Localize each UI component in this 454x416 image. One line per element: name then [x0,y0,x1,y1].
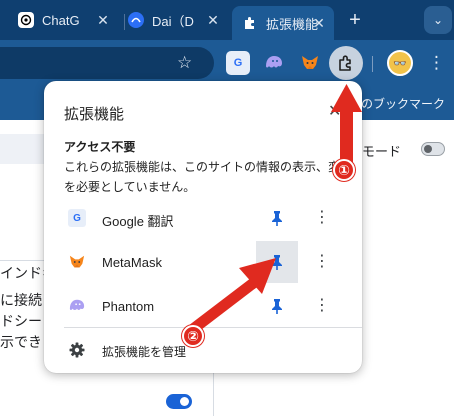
tab-title: Dai（D [152,13,194,29]
extension-name: Phantom [102,299,155,314]
profile-avatar[interactable]: 👓 [387,50,413,76]
close-icon[interactable]: ✕ [328,101,341,121]
extensions-puzzle-button[interactable] [329,46,363,80]
puzzle-icon [339,55,351,71]
setting-toggle[interactable] [166,394,192,409]
tab-close-icon[interactable]: ✕ [310,14,328,32]
extension-row-metamask[interactable]: MetaMask ⋮ [44,241,362,283]
pin-button[interactable] [256,197,298,239]
divider [64,327,362,328]
new-tab-button[interactable]: + [344,9,366,31]
chrome-menu-icon[interactable]: ⋮ [428,53,445,73]
bookmarks-folder-label[interactable]: のブックマーク [361,95,445,112]
extension-row-phantom[interactable]: Phantom ⋮ [44,285,362,327]
tab-dai[interactable]: Dai（D ✕ [128,6,228,34]
metamask-icon [68,253,86,271]
tab-separator [124,14,125,30]
extension-row-google-translate[interactable]: G Google 翻訳 ⋮ [44,197,362,239]
manage-extensions-label: 拡張機能を管理 [102,345,187,359]
gear-icon [69,342,85,358]
dai-icon [128,12,144,28]
extension-name: MetaMask [102,255,162,270]
mode-label: モード [362,144,402,159]
tab-close-icon[interactable]: ✕ [94,11,112,29]
profile-glyph: 👓 [393,57,407,70]
tab-search-button[interactable]: ⌄ [424,6,452,34]
extension-menu-icon[interactable]: ⋮ [312,208,332,228]
pin-button[interactable] [256,285,298,327]
tab-close-icon[interactable]: ✕ [204,11,222,29]
bookmark-star-icon[interactable]: ☆ [177,53,192,73]
toolbar: ☆ G 👓 ⋮ [0,40,454,86]
extensions-popup: 拡張機能 ✕ アクセス不要 これらの拡張機能は、このサイトの情報の表示、変更を必… [44,81,362,373]
puzzle-icon [242,15,258,31]
extension-name: Google 翻訳 [102,214,174,229]
google-translate-icon: G [68,209,86,227]
phantom-icon[interactable] [262,51,286,75]
google-translate-glyph: G [233,57,243,69]
tab-title: ChatG [42,12,80,28]
pin-icon [272,299,282,314]
metamask-pin[interactable] [256,241,298,283]
metamask-icon[interactable] [298,51,322,75]
section-description: これらの拡張機能は、このサイトの情報の表示、変更を必要としていません。 [64,160,353,194]
toolbar-separator [372,56,373,72]
background-band [0,134,44,164]
tab-extensions[interactable]: 拡張機能 ✕ [232,6,334,40]
tab-chatgpt[interactable]: ChatG ✕ [18,6,118,34]
phantom-icon [68,297,86,315]
google-translate-glyph: G [73,212,81,224]
tab-strip: ChatG ✕ Dai（D ✕ 拡張機能 ✕ + ⌄ [0,0,454,40]
manage-extensions-button[interactable]: 拡張機能を管理 [44,337,362,365]
step-badge: ② [182,325,204,347]
extension-menu-icon[interactable]: ⋮ [312,252,332,272]
pin-icon [272,211,282,226]
step-badge: ① [333,159,355,181]
mode-toggle[interactable] [421,142,445,156]
pin-icon [272,255,282,270]
extension-menu-icon[interactable]: ⋮ [312,296,332,316]
popup-title: 拡張機能 [64,106,125,123]
section-heading: アクセス不要 [64,140,136,154]
chatgpt-icon [18,12,34,28]
google-translate-icon[interactable]: G [226,51,250,75]
